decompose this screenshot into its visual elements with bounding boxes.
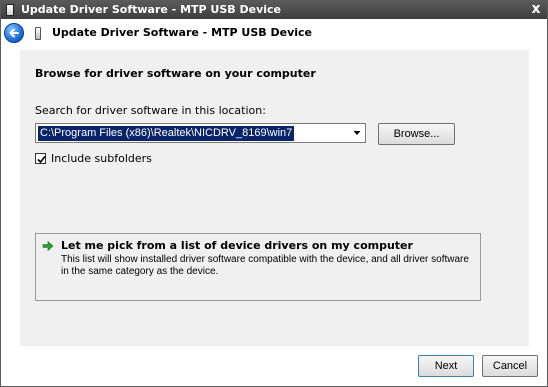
search-location-label: Search for driver software in this locat… bbox=[35, 104, 266, 117]
content-panel: Browse for driver software on your compu… bbox=[20, 50, 529, 346]
title-bar[interactable]: Update Driver Software - MTP USB Device … bbox=[1, 1, 547, 19]
browse-button[interactable]: Browse... bbox=[378, 123, 455, 145]
usb-device-icon bbox=[35, 27, 41, 40]
command-link-description: This list will show installed driver sof… bbox=[61, 254, 469, 277]
chevron-down-icon[interactable] bbox=[351, 126, 363, 140]
page-heading: Browse for driver software on your compu… bbox=[35, 67, 316, 80]
command-link-title: Let me pick from a list of device driver… bbox=[61, 239, 413, 252]
cancel-button[interactable]: Cancel bbox=[482, 355, 538, 377]
header-title: Update Driver Software - MTP USB Device bbox=[52, 26, 313, 39]
back-button[interactable] bbox=[4, 23, 24, 43]
path-combobox[interactable]: C:\Program Files (x86)\Realtek\NICDRV_81… bbox=[35, 123, 366, 143]
window-title: Update Driver Software - MTP USB Device bbox=[21, 3, 282, 16]
next-button[interactable]: Next bbox=[418, 355, 474, 377]
include-subfolders-checkbox[interactable] bbox=[35, 153, 46, 164]
checkmark-icon bbox=[37, 155, 46, 164]
include-subfolders-label[interactable]: Include subfolders bbox=[51, 152, 152, 165]
close-button[interactable]: x bbox=[529, 2, 543, 16]
pick-driver-command-link[interactable]: Let me pick from a list of device driver… bbox=[35, 233, 481, 301]
dialog-window: Update Driver Software - MTP USB Device … bbox=[0, 0, 548, 387]
dialog-header: Update Driver Software - MTP USB Device bbox=[1, 19, 547, 47]
green-arrow-icon bbox=[42, 240, 54, 252]
device-icon bbox=[6, 4, 14, 16]
back-arrow-icon bbox=[9, 28, 19, 38]
path-input[interactable]: C:\Program Files (x86)\Realtek\NICDRV_81… bbox=[38, 126, 295, 141]
